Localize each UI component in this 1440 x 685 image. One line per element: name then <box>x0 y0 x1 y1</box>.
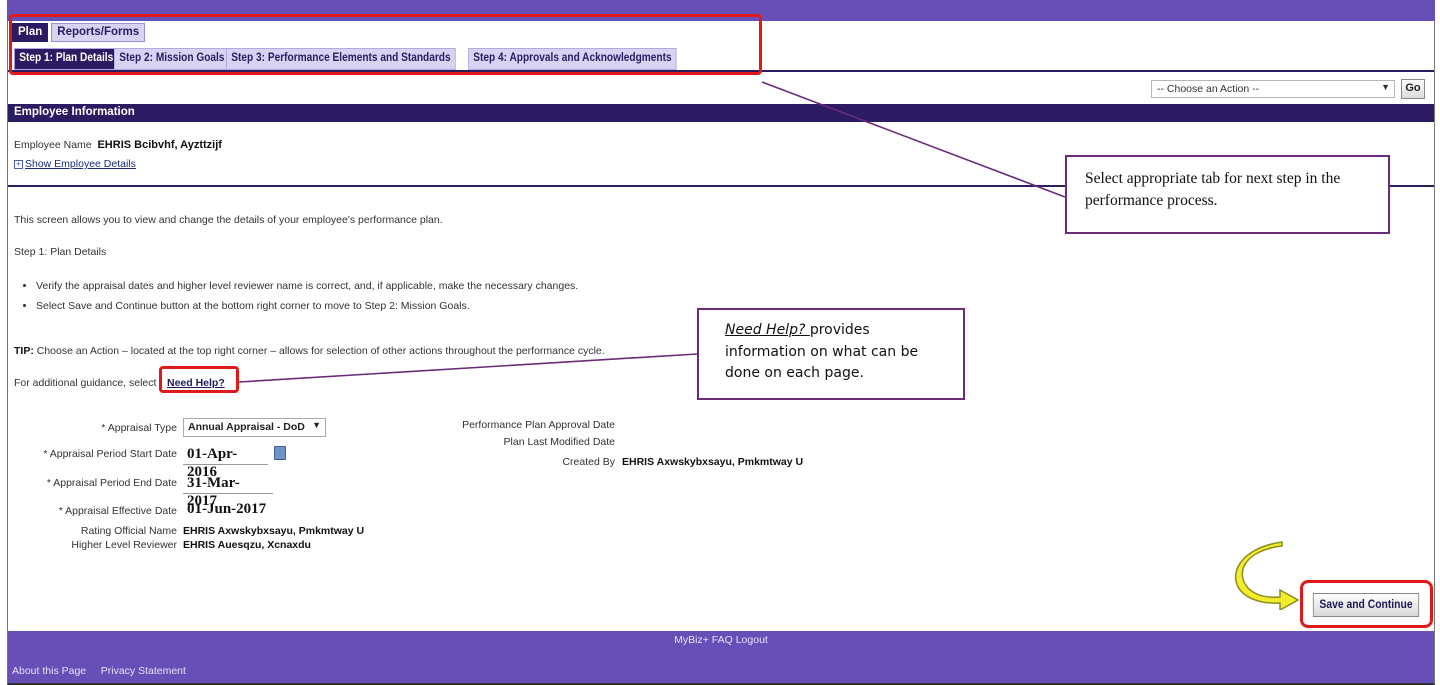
calendar-icon[interactable] <box>274 446 286 460</box>
footer-left-links: About this Page Privacy Statement <box>12 665 186 677</box>
end-date-label: * Appraisal Period End Date <box>46 477 177 489</box>
save-highlight-box <box>1300 580 1433 628</box>
end-date-input[interactable]: 31-Mar-2017 <box>183 472 273 509</box>
start-date-label: * Appraisal Period Start Date <box>43 448 177 460</box>
privacy-statement-link[interactable]: Privacy Statement <box>101 665 186 677</box>
reviewer-value: EHRIS Auesqzu, Xcnaxdu <box>183 539 311 551</box>
appraisal-type-select[interactable]: Annual Appraisal - DoD ▼ <box>183 418 326 437</box>
chevron-down-icon: ▼ <box>312 420 321 430</box>
effective-date-value: 01-Jun-2017 <box>187 501 267 517</box>
plan-approval-date-label: Performance Plan Approval Date <box>462 419 615 431</box>
tab-annotation-box: Select appropriate tab for next step in … <box>1065 155 1390 234</box>
effective-date-label: * Appraisal Effective Date <box>58 505 177 517</box>
tab-annotation-text: Select appropriate tab for next step in … <box>1085 170 1341 209</box>
start-date-input[interactable]: 01-Apr-2016 <box>183 443 268 480</box>
curved-arrow-icon <box>1234 541 1300 610</box>
rating-official-label: Rating Official Name <box>80 525 177 537</box>
footer-links[interactable]: MyBiz+ FAQ Logout <box>8 634 1434 646</box>
created-by-label: Created By <box>562 456 615 468</box>
help-annotation-box: Need Help? provides information on what … <box>697 308 965 400</box>
created-by-value: EHRIS Axwskybxsayu, Pmkmtway U <box>622 456 804 468</box>
appraisal-type-label: * Appraisal Type <box>101 422 177 434</box>
reviewer-label: Higher Level Reviewer <box>71 539 177 551</box>
about-this-page-link[interactable]: About this Page <box>12 665 86 677</box>
appraisal-type-value: Annual Appraisal - DoD <box>188 421 305 433</box>
plan-modified-date-label: Plan Last Modified Date <box>503 436 615 448</box>
rating-official-value: EHRIS Axwskybxsayu, Pmkmtway U <box>183 525 365 537</box>
effective-date-value-wrap: 01-Jun-2017 <box>187 500 266 518</box>
help-annotation-emphasis: Need Help? <box>725 322 810 338</box>
footer-bar: MyBiz+ FAQ Logout About this Page Privac… <box>8 631 1434 683</box>
